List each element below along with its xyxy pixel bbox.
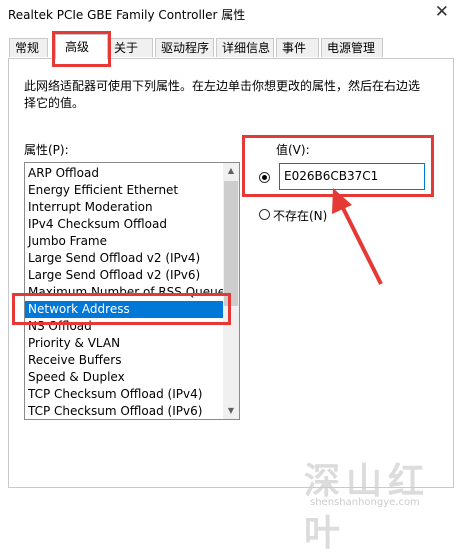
list-item-network-address[interactable]: Network Address [25,301,223,318]
list-item-ipv4-checksum-offload[interactable]: IPv4 Checksum Offload [25,216,223,233]
radio-selected-dot [262,175,267,180]
description-text: 此网络适配器可使用下列属性。在左边单击你想更改的属性，然后在右边选择它的值。 [24,79,421,110]
title-bar: Realtek PCIe GBE Family Controller 属性 ✕ [0,0,461,30]
list-item-ns-offload[interactable]: NS Offload [25,318,223,335]
tab-driver[interactable]: 驱动程序 [155,38,214,57]
watermark-url: shenshanhongye.com [310,497,420,508]
value-input[interactable]: E026B6CB37C1 [279,163,425,190]
list-item-lso-v2-ipv4[interactable]: Large Send Offload v2 (IPv4) [25,250,223,267]
tab-bar: 常规 高级 关于 驱动程序 详细信息 事件 电源管理 [0,30,461,59]
tab-about[interactable]: 关于 [108,38,153,57]
list-item-tcp-checksum-ipv6[interactable]: TCP Checksum Offload (IPv6) [25,403,223,419]
property-listbox[interactable]: ARP Offload Energy Efficient Ethernet In… [24,162,240,420]
value-label: 值(V): [276,143,310,157]
not-present-radio[interactable] [259,209,270,220]
list-item-lso-v2-ipv6[interactable]: Large Send Offload v2 (IPv6) [25,267,223,284]
list-item-priority-vlan[interactable]: Priority & VLAN [25,335,223,352]
tab-events[interactable]: 事件 [276,38,319,57]
list-item-arp-offload[interactable]: ARP Offload [25,165,223,182]
value-radio[interactable] [259,172,270,183]
scroll-down-icon[interactable]: ▼ [223,403,239,419]
list-item-tcp-checksum-ipv4[interactable]: TCP Checksum Offload (IPv4) [25,386,223,403]
list-item-jumbo-frame[interactable]: Jumbo Frame [25,233,223,250]
tab-general[interactable]: 常规 [9,38,48,57]
close-icon[interactable]: ✕ [435,2,449,22]
list-item-max-rss-queues[interactable]: Maximum Number of RSS Queue [25,284,223,301]
list-scrollbar[interactable]: ▲ ▼ [223,163,239,419]
scroll-thumb[interactable] [224,181,238,306]
property-list: ARP Offload Energy Efficient Ethernet In… [25,165,223,419]
scroll-up-icon[interactable]: ▲ [223,163,239,179]
tab-power-management[interactable]: 电源管理 [321,38,383,57]
not-present-label: 不存在(N) [273,209,328,223]
window-title: Realtek PCIe GBE Family Controller 属性 [8,8,246,22]
tab-advanced[interactable]: 高级 [55,34,108,59]
property-label: 属性(P): [24,143,69,157]
tab-details[interactable]: 详细信息 [216,38,274,57]
list-item-receive-buffers[interactable]: Receive Buffers [25,352,223,369]
list-item-interrupt-moderation[interactable]: Interrupt Moderation [25,199,223,216]
list-item-energy-efficient-ethernet[interactable]: Energy Efficient Ethernet [25,182,223,199]
list-item-speed-duplex[interactable]: Speed & Duplex [25,369,223,386]
